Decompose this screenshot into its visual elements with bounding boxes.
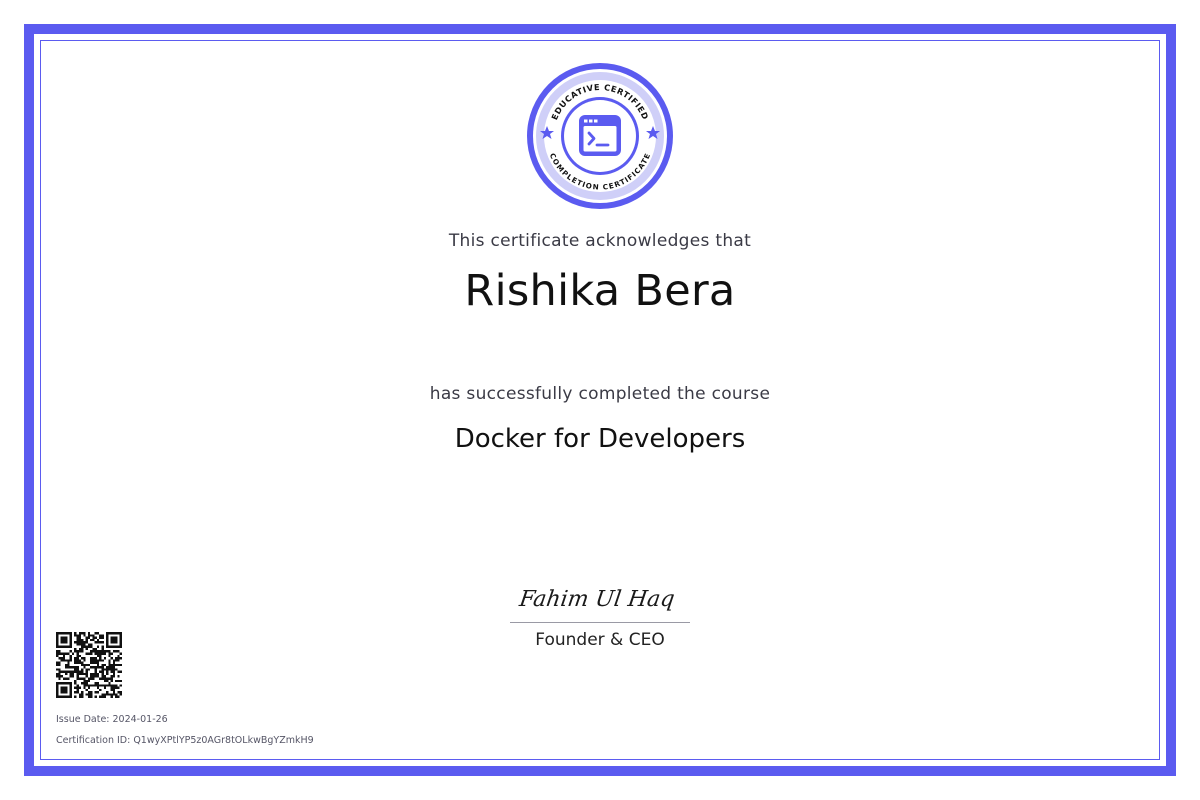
- signature-line: [510, 622, 690, 623]
- recipient-name: Rishika Bera: [464, 266, 736, 316]
- certificate-badge: EDUCATIVE CERTIFIED COMPLETION CERTIFICA…: [527, 63, 673, 209]
- acknowledgement-text: This certificate acknowledges that: [448, 231, 752, 251]
- issue-date-value: 2024-01-26: [112, 714, 168, 725]
- course-title: Docker for Developers: [454, 424, 746, 454]
- issue-date: Issue Date: 2024-01-26: [56, 714, 168, 725]
- certification-id: Certification ID: Q1wyXPtlYP5z0AGr8tOLkwB…: [56, 735, 314, 746]
- certification-id-label: Certification ID:: [56, 735, 131, 746]
- signature-text: Fahim Ul Haq: [517, 586, 676, 612]
- issue-date-label: Issue Date:: [56, 714, 110, 725]
- signer-title: Founder & CEO: [535, 630, 665, 650]
- qr-code[interactable]: [56, 632, 122, 698]
- certification-id-value: Q1wyXPtlYP5z0AGr8tOLkwBgYZmkH9: [133, 735, 314, 746]
- completion-text: has successfully completed the course: [429, 384, 771, 404]
- terminal-window-icon: [579, 115, 621, 156]
- signature-image: Fahim Ul Haq: [517, 586, 676, 612]
